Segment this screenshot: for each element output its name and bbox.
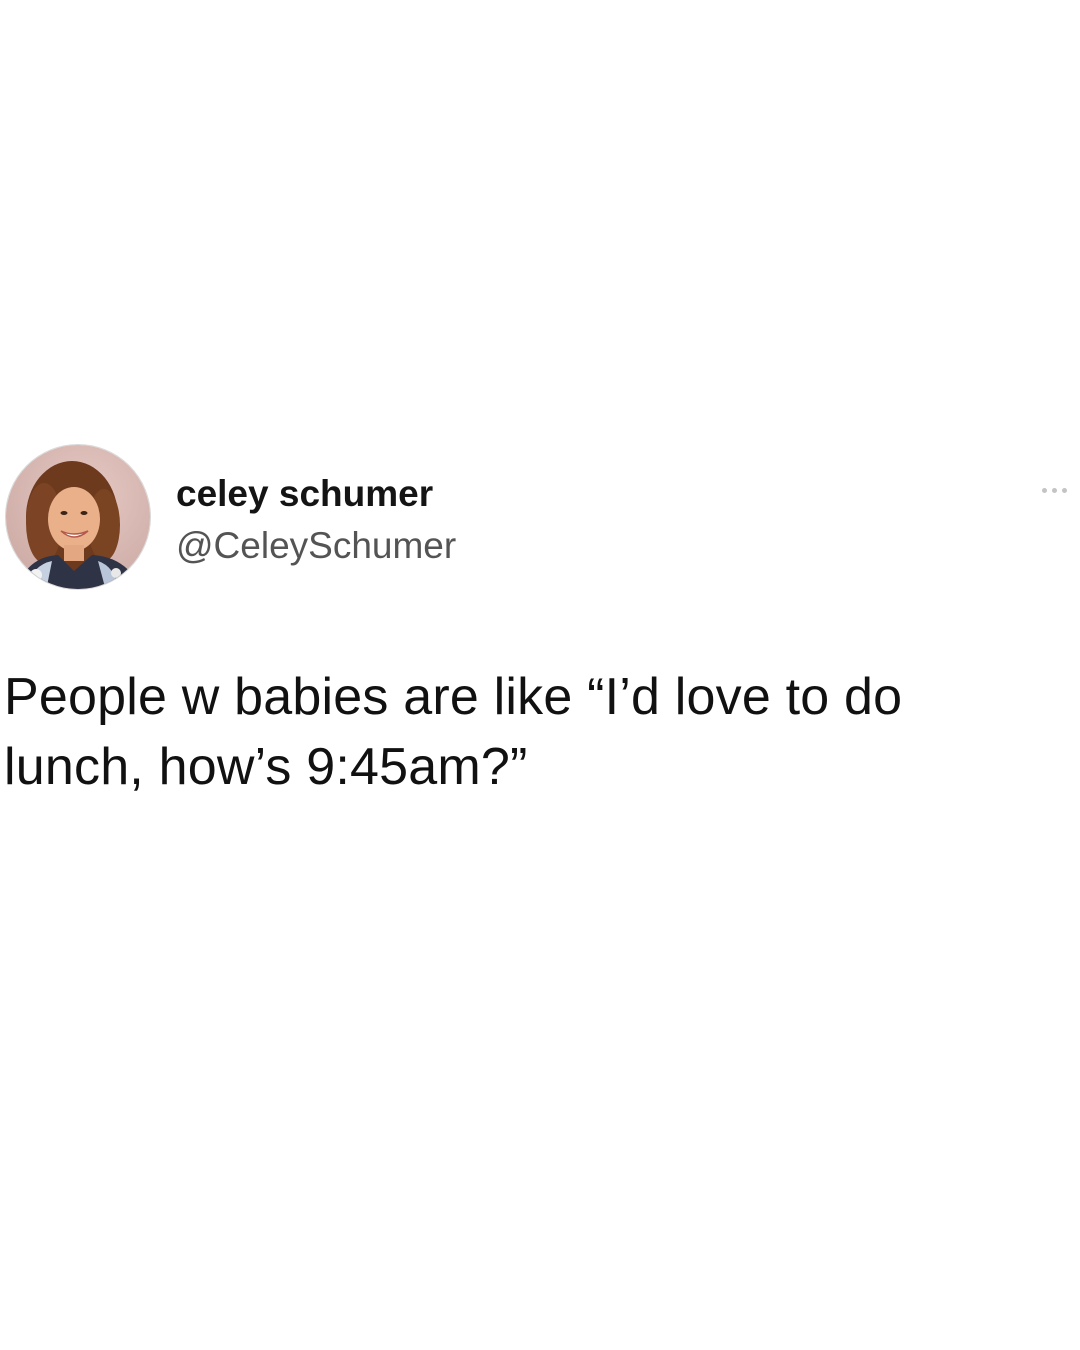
tweet-text: People w babies are like “I’d love to do… [4, 662, 1074, 802]
more-options-icon[interactable] [1040, 484, 1072, 496]
more-dot [1052, 488, 1057, 493]
more-dot [1062, 488, 1067, 493]
page: { "tweet": { "author": { "display_name":… [0, 0, 1080, 1350]
avatar-image [6, 445, 150, 589]
more-dot [1042, 488, 1047, 493]
author-handle[interactable]: @CeleySchumer [176, 524, 456, 568]
tweet-text-line: lunch, how’s 9:45am?” [4, 738, 528, 796]
avatar[interactable] [5, 444, 151, 590]
author-display-name[interactable]: celey schumer [176, 472, 433, 516]
tweet-text-line: People w babies are like “I’d love to do [4, 668, 903, 726]
